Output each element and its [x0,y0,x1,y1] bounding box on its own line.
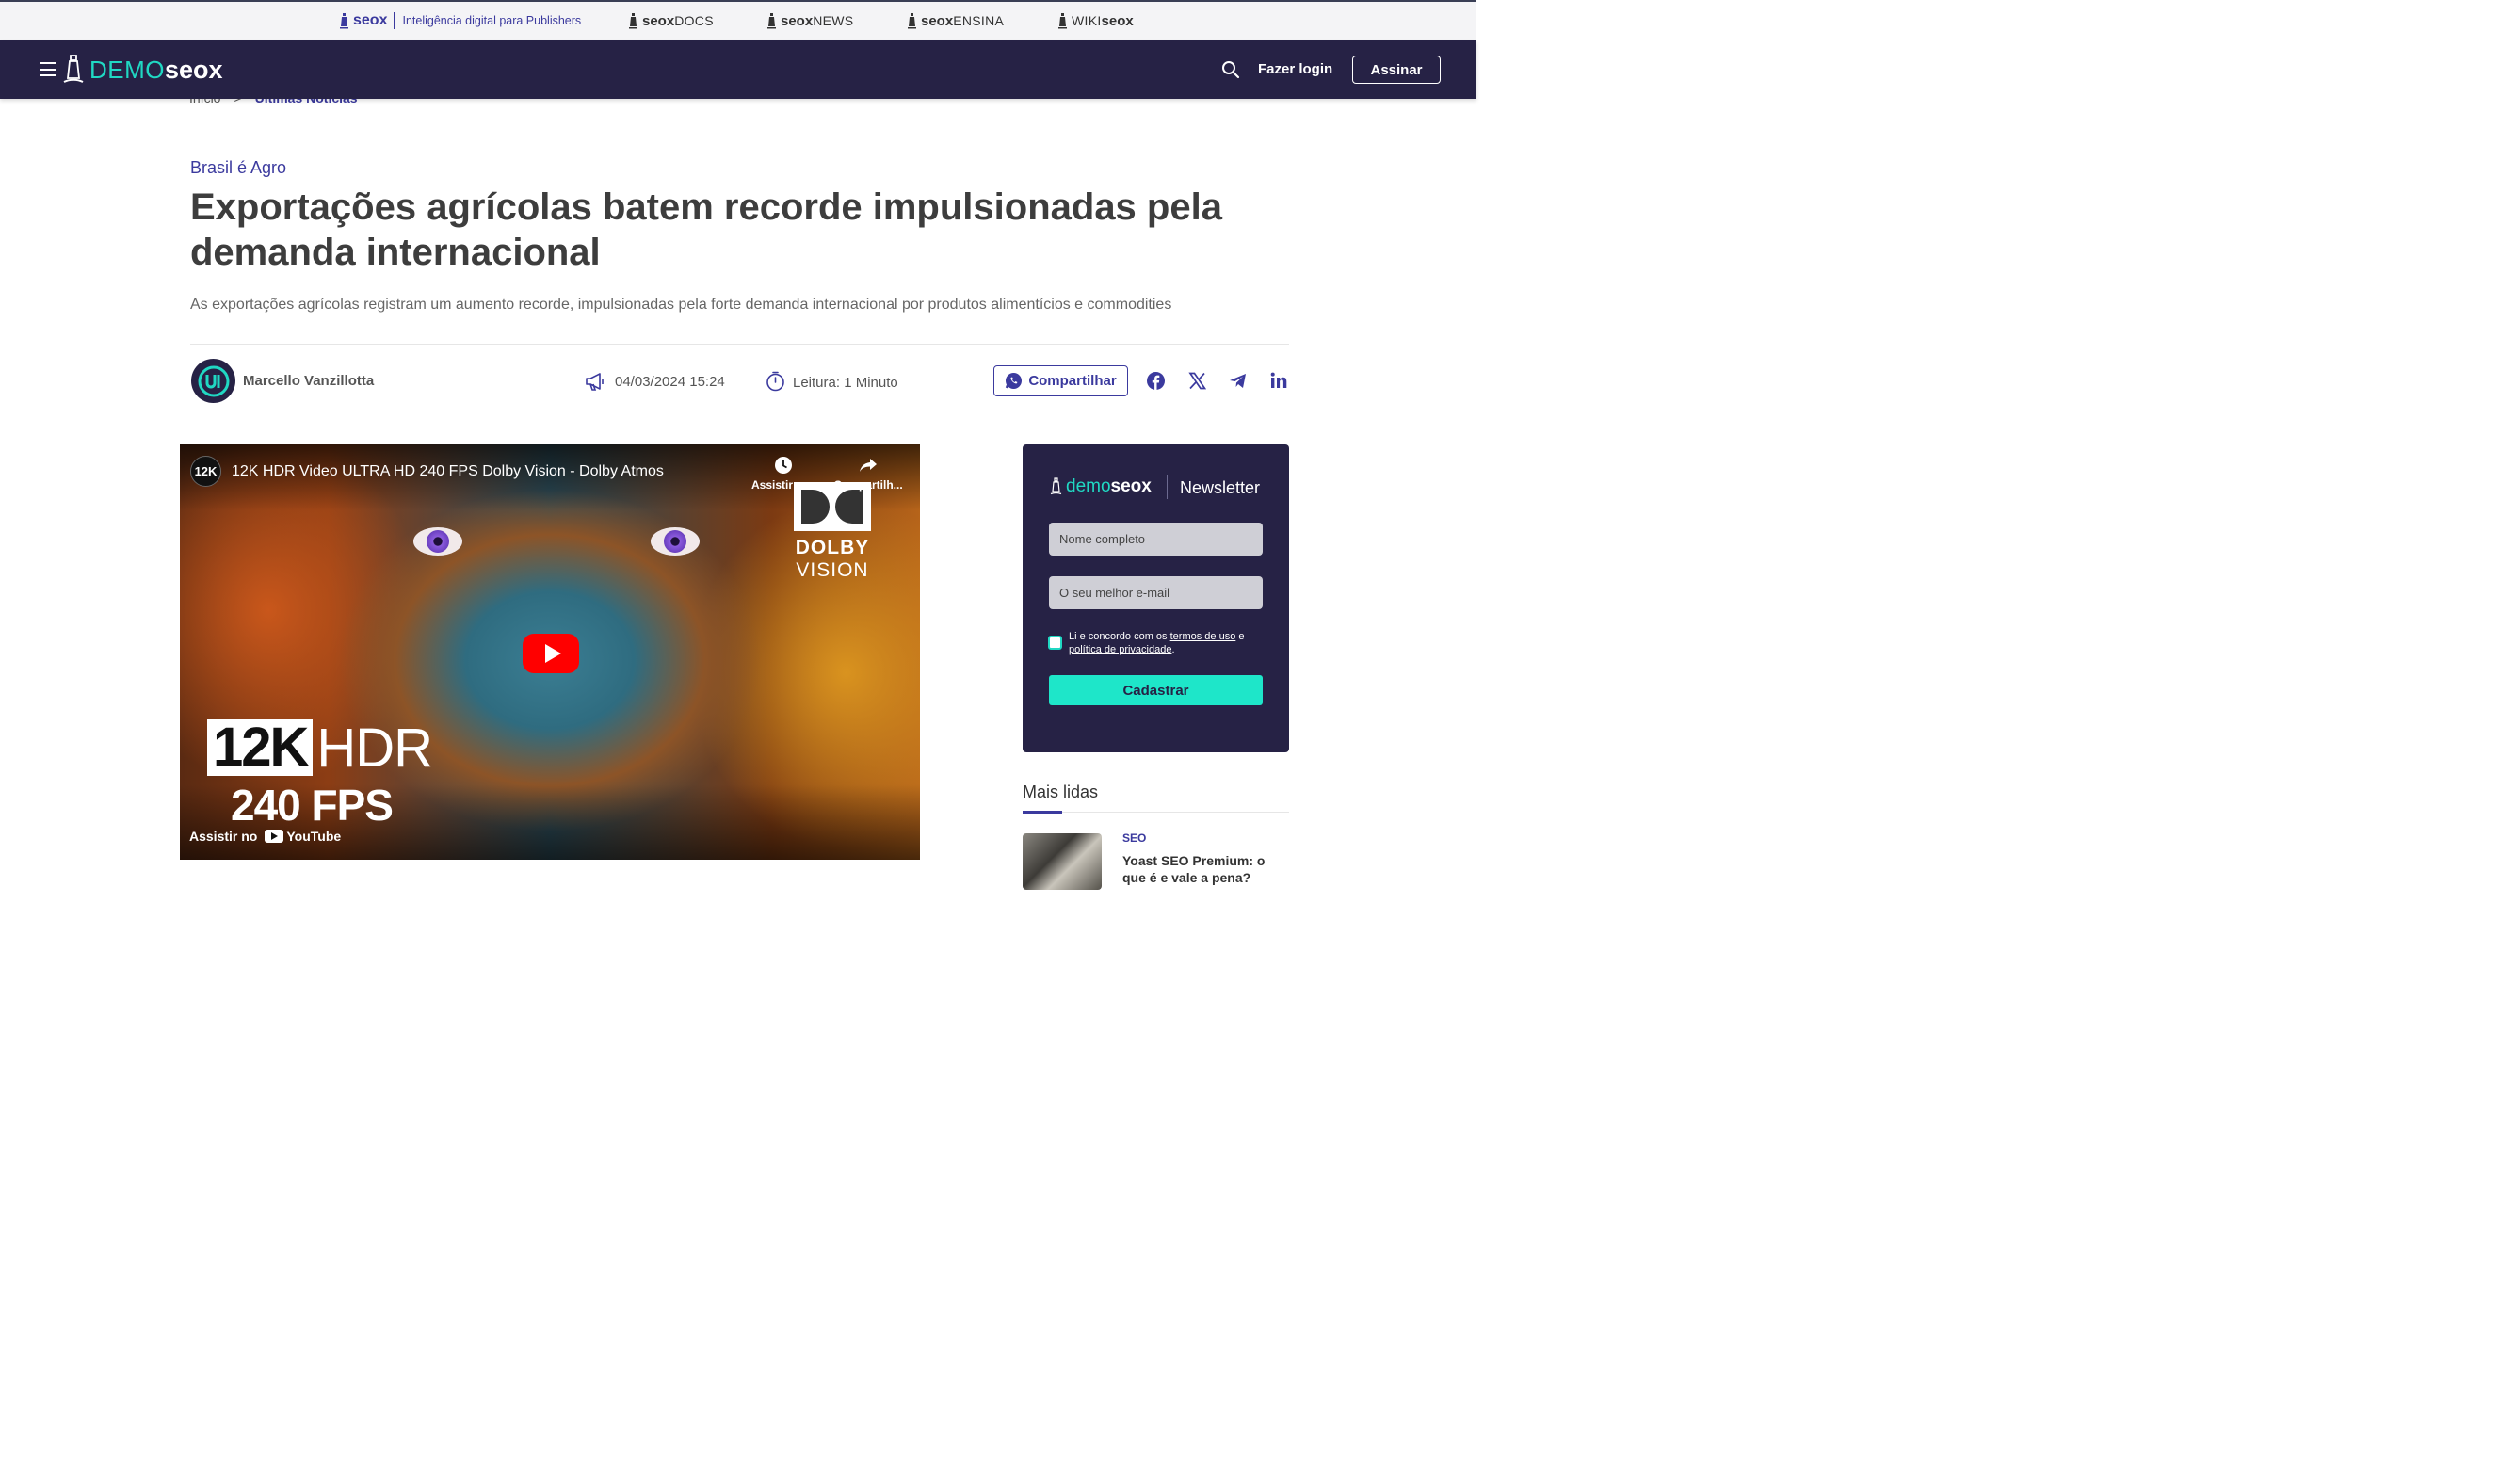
share-whatsapp-button[interactable]: Compartilhar [993,365,1128,396]
dolby-vision-logo: DOLBY VISION [794,482,871,582]
video-share-button[interactable]: Compartilh... [833,456,903,492]
most-read-thumbnail[interactable] [1023,833,1102,890]
telegram-icon[interactable] [1228,371,1248,391]
brand-prefix: WIKI [1072,13,1102,28]
author-avatar[interactable] [191,359,235,403]
network-tagline: Inteligência digital para Publishers [402,14,582,27]
youtube-icon [265,830,284,843]
name-field[interactable] [1049,523,1263,556]
newsletter-box: demoseox Newsletter Li e concordo com os… [1023,444,1289,752]
brand-text: seox [781,12,814,29]
logo-seox: seox [165,55,223,84]
channel-avatar[interactable]: 12K [190,456,221,487]
divider [394,12,395,29]
video-eye-left [413,527,462,556]
clock-icon [775,457,792,474]
x-icon[interactable] [1187,371,1207,391]
brand-suffix: NEWS [813,13,854,28]
timer-icon [766,371,784,392]
reading-time: Leitura: 1 Minuto [793,375,898,391]
newsletter-logo-seox: seox [1110,476,1152,496]
brand-text: seox [642,12,675,29]
email-field[interactable] [1049,576,1263,609]
network-link-seox[interactable]: seox Inteligência digital para Publisher… [339,12,581,29]
logo-demo: DEMO [89,55,165,84]
main-header: DEMO seox Fazer login Assinar [0,40,1476,99]
divider [190,344,1289,345]
network-bar: seox Inteligência digital para Publisher… [0,0,1476,40]
lighthouse-icon [908,13,916,29]
terms-prefix: Li e concordo com os [1069,631,1170,642]
facebook-icon[interactable] [1146,371,1166,391]
most-read-title: Mais lidas [1023,782,1099,801]
dolby-line2: VISION [796,559,869,581]
article-title: Exportações agrícolas batem recorde impu… [190,186,1222,273]
share-arrow-icon [860,459,877,472]
megaphone-icon [586,373,604,391]
lighthouse-icon [767,13,776,29]
publish-date: 04/03/2024 15:24 [615,374,725,390]
play-button[interactable] [523,634,579,673]
newsletter-logo-demo: demo [1066,476,1111,496]
network-link-wikiseox[interactable]: WIKI seox [1057,12,1134,29]
video-title[interactable]: 12K HDR Video ULTRA HD 240 FPS Dolby Vis… [232,463,664,480]
share-label: Compartilhar [1028,373,1117,389]
youtube-video-embed[interactable]: 12K 12K HDR Video ULTRA HD 240 FPS Dolby… [180,444,920,860]
author-name[interactable]: Marcello Vanzillotta [243,373,374,389]
terms-suffix: . [1171,644,1175,655]
lighthouse-icon [63,55,84,83]
lighthouse-icon [1050,477,1062,495]
site-logo[interactable]: DEMO seox [62,53,223,87]
network-brand: seox [353,12,388,28]
brand-suffix: DOCS [674,13,714,28]
network-link-seoxdocs[interactable]: seox DOCS [628,12,714,29]
search-icon[interactable] [1221,60,1240,79]
brand-text: seox [921,12,954,29]
lighthouse-icon [1058,13,1067,29]
network-link-seoxensina[interactable]: seox ENSINA [907,12,1004,29]
youtube-wordmark: YouTube [286,829,342,844]
article-subtitle: As exportações agrícolas registram um au… [190,297,1172,313]
video-overlay-12k-hdr: 12K HDR [207,718,433,779]
author-logo-icon [198,365,229,396]
network-link-seoxnews[interactable]: seox NEWS [766,12,853,29]
divider [1062,812,1289,813]
video-eye-right [651,527,700,556]
brand-suffix: ENSINA [953,13,1005,28]
terms-of-use-link[interactable]: termos de uso [1170,631,1236,642]
terms-checkbox[interactable] [1048,636,1062,650]
login-link[interactable]: Fazer login [1258,61,1332,77]
watch-on-label: Assistir no [189,829,258,844]
linkedin-icon[interactable] [1269,371,1289,391]
newsletter-title: Newsletter [1180,478,1261,497]
watch-on-youtube[interactable]: Assistir no YouTube [189,829,341,844]
most-read-headline[interactable]: Yoast SEO Premium: o que é e vale a pena… [1122,852,1292,886]
overlay-12k: 12K [207,719,314,776]
overlay-hdr: HDR [316,717,433,779]
newsletter-logo: demo seox [1050,476,1152,497]
terms-text: Li e concordo com os termos de uso e pol… [1069,630,1266,656]
lighthouse-icon [629,13,637,29]
menu-icon[interactable] [40,62,56,76]
article-category[interactable]: Brasil é Agro [190,158,286,178]
terms-and: e [1235,631,1245,642]
whatsapp-icon [1006,373,1023,389]
subscribe-button[interactable]: Assinar [1352,56,1441,84]
divider [1167,475,1168,499]
brand-text: seox [1101,12,1134,29]
dolby-line1: DOLBY [795,537,870,558]
privacy-policy-link[interactable]: política de privacidade [1069,644,1171,655]
youtube-logo: YouTube [265,829,341,844]
most-read-category[interactable]: SEO [1122,831,1146,845]
lighthouse-icon [340,13,348,29]
register-button[interactable]: Cadastrar [1049,675,1263,705]
most-read-underline [1023,811,1062,814]
video-share-label: Compartilh... [833,478,903,492]
overlay-fps: 240 FPS [231,781,394,830]
